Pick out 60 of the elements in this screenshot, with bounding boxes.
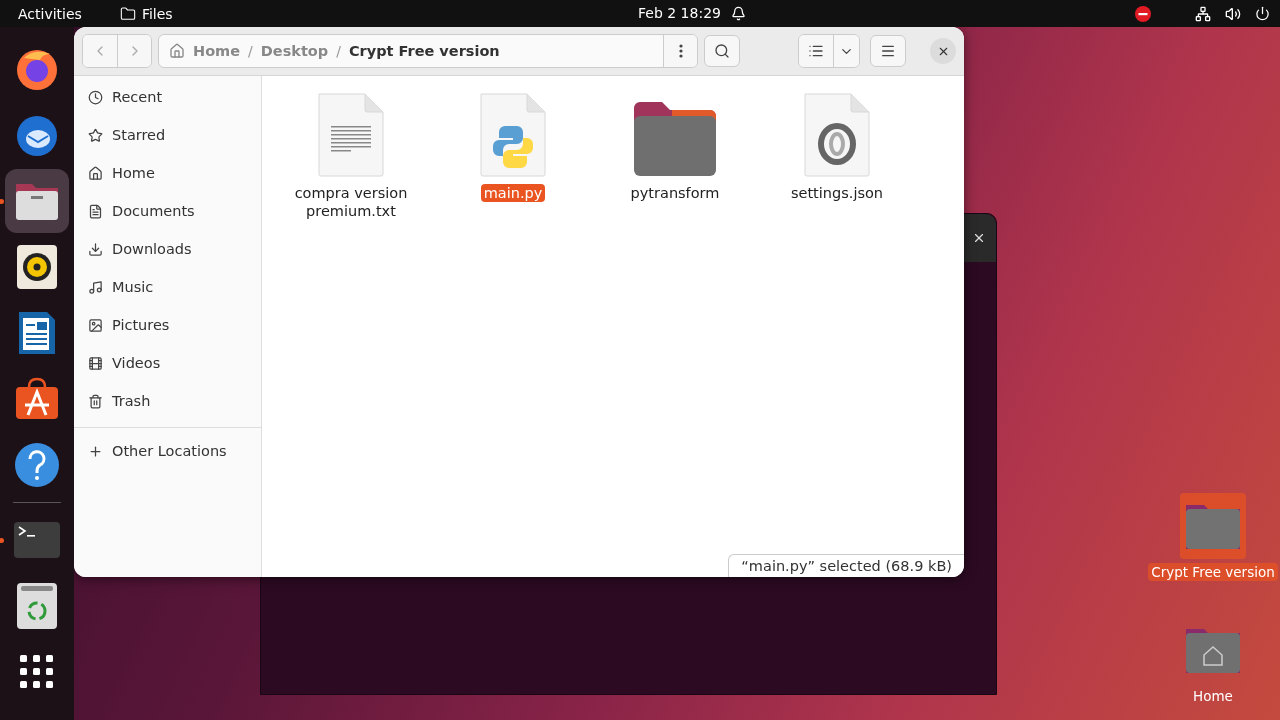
- close-button[interactable]: [930, 38, 956, 64]
- desktop-icon-label[interactable]: Crypt Free version: [1148, 563, 1278, 581]
- sidebar-item[interactable]: Downloads: [74, 230, 261, 268]
- sidebar-item[interactable]: Home: [74, 154, 261, 192]
- menu-button[interactable]: [870, 35, 906, 67]
- sidebar-item[interactable]: Starred: [74, 116, 261, 154]
- sidebar-item[interactable]: Videos: [74, 344, 261, 382]
- sidebar-item[interactable]: Pictures: [74, 306, 261, 344]
- document-icon: [17, 310, 57, 356]
- sidebar-item[interactable]: Other Locations: [74, 432, 261, 470]
- text-file-icon: [317, 92, 385, 178]
- dock-item[interactable]: [5, 169, 69, 233]
- do-not-disturb-icon: [1135, 5, 1151, 22]
- trash-icon: [88, 393, 103, 409]
- download-icon: [88, 241, 103, 257]
- clock[interactable]: Feb 2 18:29: [638, 5, 721, 21]
- home-icon: [169, 43, 185, 59]
- file-name[interactable]: compra version premium.txt: [278, 184, 424, 220]
- star-icon: [88, 127, 103, 143]
- desktop-icon-label[interactable]: Home: [1190, 687, 1236, 705]
- plus-icon: [88, 443, 103, 459]
- notification-bell-icon: [730, 5, 746, 21]
- picture-icon: [88, 317, 103, 333]
- menu-icon: [880, 43, 896, 59]
- folder-icon: [119, 5, 136, 22]
- sidebar-item[interactable]: Music: [74, 268, 261, 306]
- file-name[interactable]: settings.json: [787, 184, 887, 202]
- film-icon: [88, 355, 103, 371]
- json-file-icon: [803, 92, 871, 178]
- close-icon[interactable]: [972, 231, 986, 245]
- volume-icon[interactable]: [1225, 5, 1241, 22]
- music-note-icon: [88, 279, 103, 295]
- home-icon: [88, 165, 103, 181]
- sidebar-item[interactable]: Documents: [74, 192, 261, 230]
- search-button[interactable]: [704, 35, 740, 67]
- status-label: “main.py” selected (68.9 kB): [728, 554, 964, 577]
- file-name[interactable]: pytransform: [627, 184, 723, 202]
- app-grid-icon: [20, 655, 54, 689]
- terminal-icon: [14, 522, 60, 558]
- trash-icon: [17, 583, 57, 629]
- network-icon[interactable]: [1195, 5, 1211, 22]
- python-file-icon: [479, 92, 547, 178]
- app-menu[interactable]: Files: [119, 5, 173, 22]
- activities-button[interactable]: Activities: [18, 5, 82, 22]
- document-icon: [88, 203, 103, 219]
- search-icon: [714, 43, 730, 59]
- breadcrumb[interactable]: Crypt Free version: [348, 43, 500, 59]
- shopping-bag-icon: [14, 377, 60, 421]
- speaker-icon: [17, 245, 57, 289]
- power-icon[interactable]: [1255, 6, 1270, 21]
- file-name[interactable]: main.py: [480, 184, 546, 202]
- path-separator: /: [248, 43, 253, 59]
- sidebar-item[interactable]: Recent: [74, 78, 261, 116]
- sidebar-item[interactable]: Trash: [74, 382, 261, 420]
- help-icon: [14, 442, 60, 488]
- path-separator: /: [336, 43, 341, 59]
- folder-icon: [632, 100, 718, 178]
- clock-icon: [88, 89, 103, 105]
- list-icon: [808, 43, 824, 59]
- more-options-icon: [678, 44, 683, 58]
